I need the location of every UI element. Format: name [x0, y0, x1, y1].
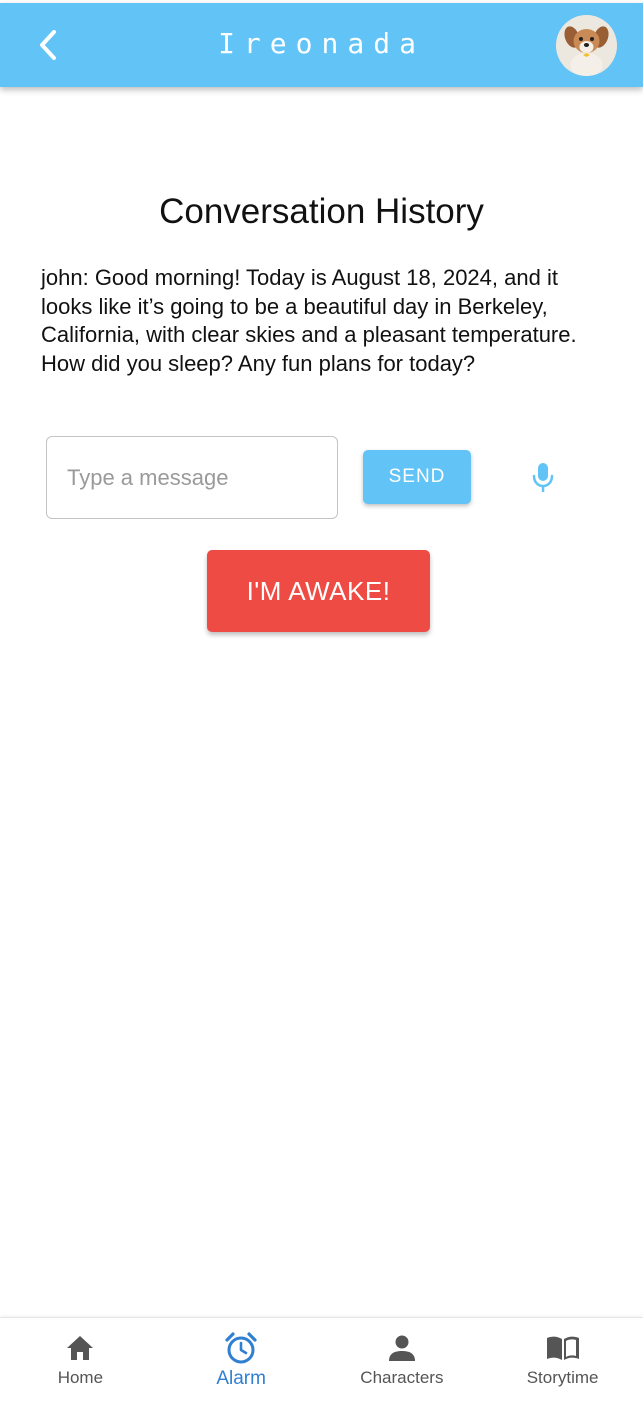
send-button[interactable]: SEND [363, 450, 471, 504]
nav-label-alarm: Alarm [216, 1368, 266, 1389]
conversation-message: john: Good morning! Today is August 18, … [41, 265, 577, 376]
microphone-icon [532, 463, 554, 492]
microphone-button[interactable] [523, 456, 563, 500]
nav-label-characters: Characters [360, 1368, 444, 1387]
nav-item-storytime[interactable]: Storytime [482, 1318, 643, 1401]
nav-item-home[interactable]: Home [0, 1318, 161, 1401]
home-icon [65, 1332, 95, 1364]
nav-item-characters[interactable]: Characters [322, 1318, 483, 1401]
message-input[interactable] [46, 436, 338, 519]
open-book-icon [545, 1332, 581, 1364]
bottom-navigation: Home Alarm Characters Storytime [0, 1317, 643, 1401]
app-title: Ireonada [218, 27, 425, 60]
im-awake-button[interactable]: I'M AWAKE! [207, 550, 430, 632]
app-screen: Ireonada Conversation History john: Good… [0, 0, 643, 1401]
person-icon [388, 1332, 416, 1364]
nav-item-alarm[interactable]: Alarm [161, 1318, 322, 1401]
nav-label-storytime: Storytime [526, 1368, 599, 1387]
puppy-avatar-icon [556, 15, 617, 76]
avatar[interactable] [556, 15, 617, 76]
top-app-bar: Ireonada [0, 3, 643, 87]
alarm-clock-icon [224, 1332, 258, 1364]
conversation-history-heading: Conversation History [159, 192, 484, 231]
nav-label-home: Home [57, 1368, 104, 1387]
